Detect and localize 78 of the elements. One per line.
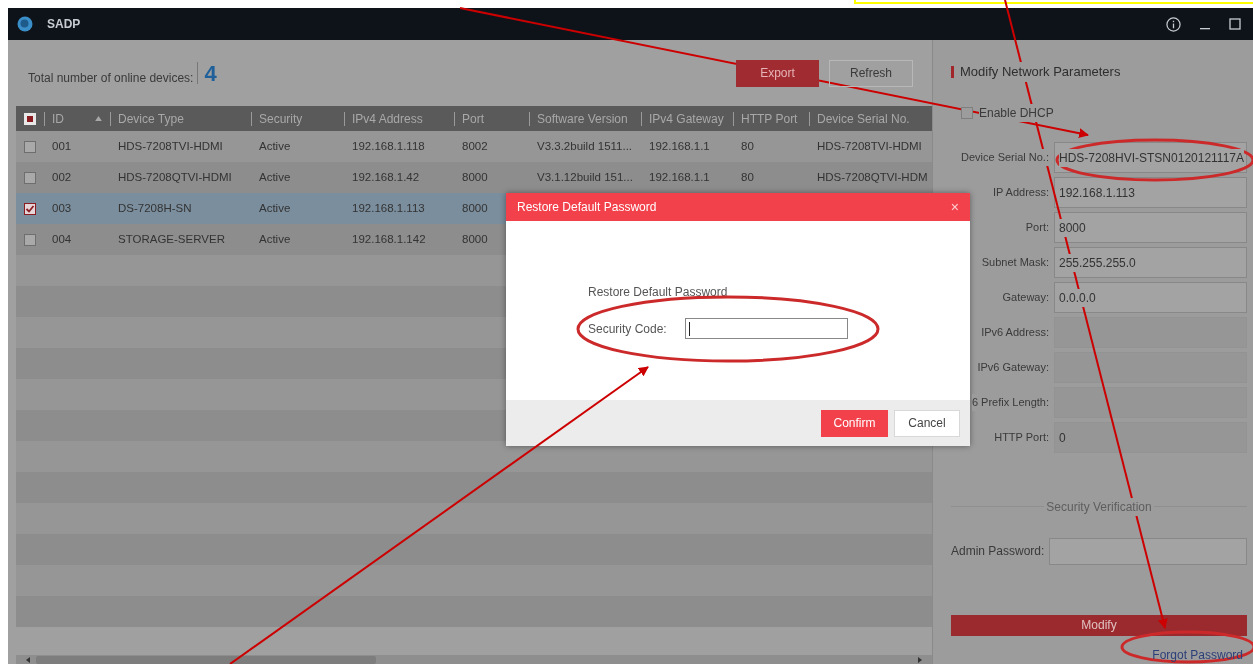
scroll-right-icon[interactable] [916, 655, 924, 664]
field-label: Admin Password: [951, 543, 1046, 560]
select-all-checkbox[interactable] [24, 112, 36, 125]
dialog-heading: Restore Default Password [588, 284, 729, 301]
input-field[interactable]: 8000 [1054, 212, 1247, 243]
table-cell: 192.168.1.42 [352, 171, 420, 184]
horizontal-scrollbar[interactable] [16, 655, 932, 664]
panel-title: Modify Network Parameters [960, 62, 1121, 82]
table-cell: HDS-7208TVI-HDMI [817, 140, 922, 153]
table-cell: 8000 [462, 171, 488, 184]
modify-button[interactable]: Modify [951, 614, 1247, 636]
export-button[interactable]: Export [736, 59, 819, 87]
column-header[interactable]: Security [259, 109, 303, 128]
field-label: Device Serial No.: [960, 149, 1049, 166]
device-count: 4 [204, 59, 217, 88]
column-header[interactable]: IPv4 Gateway [649, 109, 724, 128]
sort-ascending-icon[interactable] [95, 116, 102, 121]
table-cell: STORAGE-SERVER [118, 233, 225, 246]
forgot-password-link[interactable]: Forgot Password [1152, 646, 1243, 664]
column-header[interactable]: Software Version [537, 109, 628, 128]
table-cell: Active [259, 171, 291, 184]
info-icon[interactable] [1166, 16, 1181, 32]
table-cell: 192.168.1.113 [352, 202, 425, 215]
table-cell: 001 [52, 140, 72, 153]
table-cell: 192.168.1.1 [649, 140, 710, 153]
table-cell: Active [259, 233, 291, 246]
security-code-field[interactable] [685, 318, 848, 339]
refresh-button[interactable]: Refresh [829, 59, 913, 87]
input-field[interactable]: 0.0.0.0 [1054, 282, 1247, 313]
table-cell: 192.168.1.118 [352, 140, 425, 153]
row-checkbox[interactable] [24, 202, 36, 215]
column-header[interactable]: IPv4 Address [352, 109, 423, 128]
window-title: SADP [47, 16, 81, 33]
table-cell: DS-7208H-SN [118, 202, 192, 215]
confirm-button[interactable]: Confirm [821, 409, 888, 437]
scrollbar-thumb[interactable] [36, 655, 376, 664]
dhcp-checkbox[interactable] [961, 106, 973, 119]
cancel-button[interactable]: Cancel [894, 409, 960, 437]
table-cell: 004 [52, 233, 72, 246]
row-checkbox[interactable] [24, 171, 36, 184]
input-field[interactable]: 255.255.255.0 [1054, 247, 1247, 278]
close-button[interactable]: × [950, 200, 959, 214]
table-cell: V3.3.2build 1511... [537, 140, 633, 153]
table-cell: 80 [741, 171, 754, 184]
table-row[interactable]: 002 HDS-7208QTVI-HDMI Active 192.168.1.42 8000 V3.1.12build 151... 192.168.1.1 80 HDS-7208QTVI-HDM [16, 162, 932, 193]
app-logo-icon [17, 16, 33, 32]
table-cell: 002 [52, 171, 72, 184]
table-cell: V3.1.12build 151... [537, 171, 633, 184]
table-cell: HDS-7208TVI-HDMI [118, 140, 223, 153]
input-field[interactable]: 192.168.1.113 [1054, 177, 1247, 208]
column-header[interactable]: Port [462, 109, 484, 128]
maximize-icon[interactable] [1229, 18, 1241, 30]
table-cell: HDS-7208QTVI-HDMI [118, 171, 232, 184]
table-row[interactable]: 001 HDS-7208TVI-HDMI Active 192.168.1.118 8002 V3.3.2build 1511... 192.168.1.1 80 HDS-7208TVI-HDMI [16, 131, 932, 162]
table-cell: 003 [52, 202, 72, 215]
table-cell: 8002 [462, 140, 488, 153]
dhcp-label: Enable DHCP [979, 103, 1054, 122]
column-header[interactable]: ID [52, 109, 64, 128]
table-cell: Active [259, 202, 291, 215]
column-header[interactable]: HTTP Port [741, 109, 798, 128]
table-cell: 8000 [462, 202, 488, 215]
table-cell: Active [259, 140, 291, 153]
scroll-left-icon[interactable] [24, 655, 32, 664]
table-cell: 192.168.1.1 [649, 171, 710, 184]
field-label: Security Code: [588, 320, 668, 338]
column-header[interactable]: Device Type [118, 109, 184, 128]
total-devices-label: Total number of online devices: [28, 69, 194, 87]
table-cell: 192.168.1.142 [352, 233, 426, 246]
admin-password-field[interactable] [1049, 537, 1247, 565]
table-cell: 80 [741, 140, 754, 153]
row-checkbox[interactable] [24, 233, 36, 246]
column-header[interactable]: Device Serial No. [817, 109, 910, 128]
section-title: Security Verification [1044, 497, 1154, 516]
input-field[interactable]: HDS-7208HVI-STSN0120121117A [1054, 142, 1247, 173]
row-checkbox[interactable] [24, 140, 36, 153]
dialog-title: Restore Default Password [517, 199, 657, 216]
table-cell: HDS-7208QTVI-HDM [817, 171, 928, 184]
table-cell: 8000 [462, 233, 488, 246]
